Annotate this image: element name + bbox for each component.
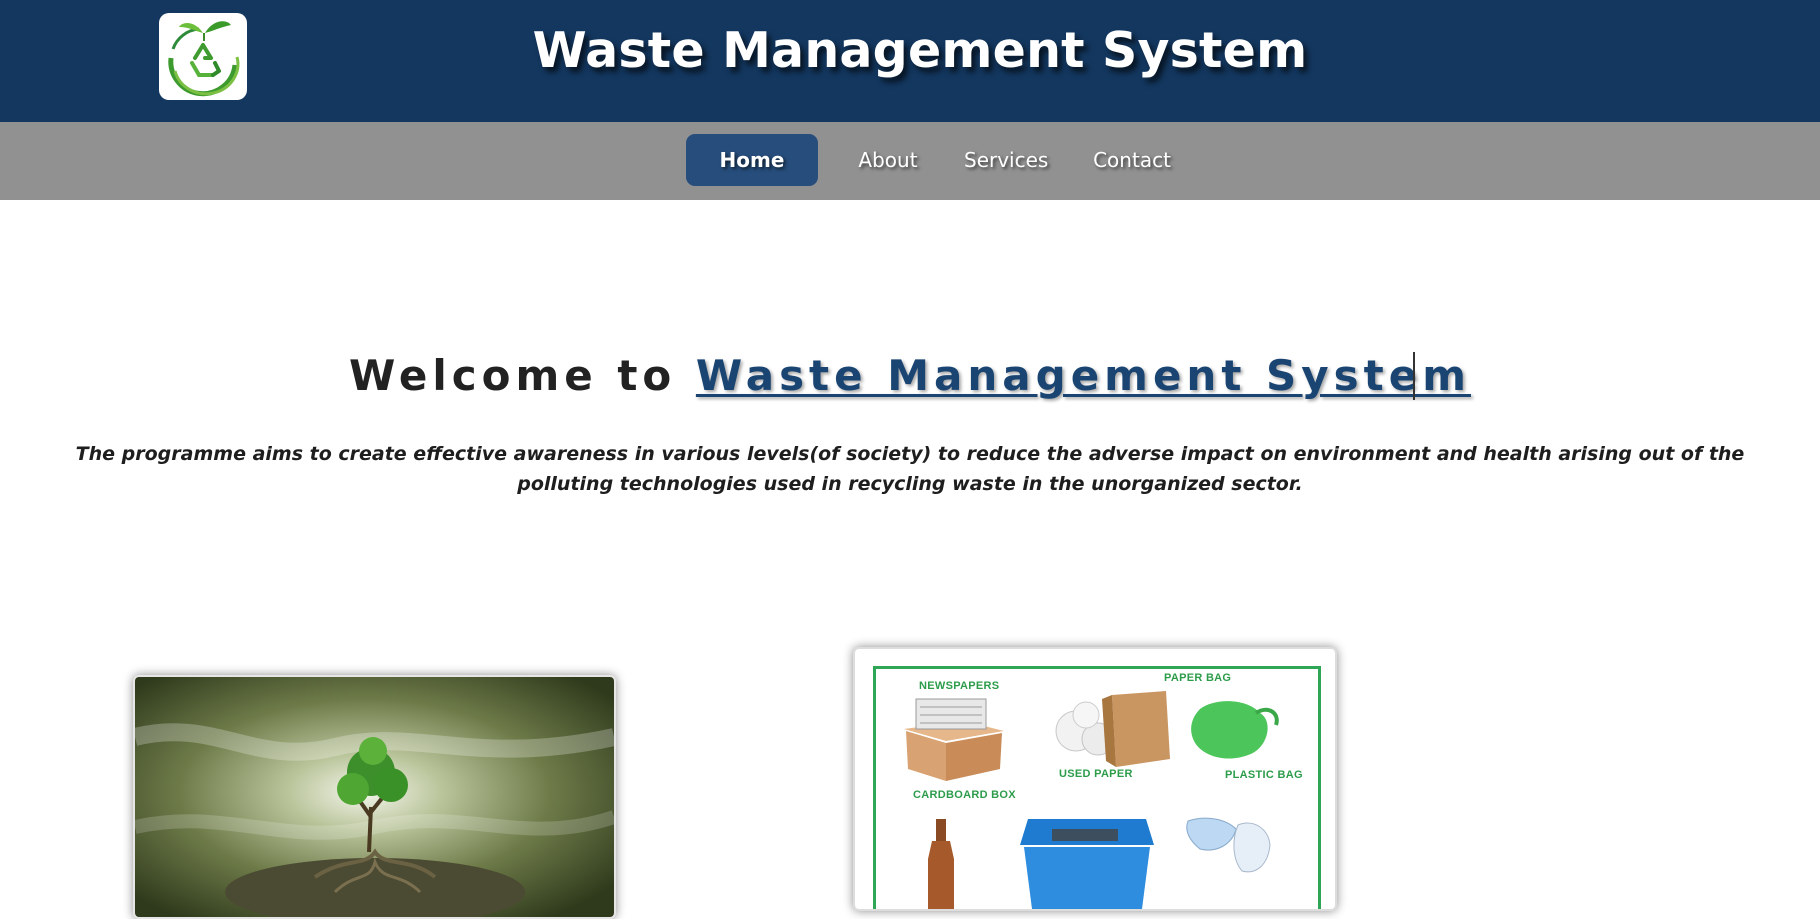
plastic-bag-icon	[1191, 701, 1279, 759]
waste-segregation-image: NEWSPAPERS PAPER BAG USED PAPER PLASTIC …	[853, 647, 1337, 911]
typing-cursor	[1413, 352, 1415, 400]
site-title: Waste Management System	[532, 22, 1308, 79]
waste-image-frame: NEWSPAPERS PAPER BAG USED PAPER PLASTIC …	[873, 666, 1321, 909]
welcome-prefix: Welcome to	[349, 351, 677, 400]
main-nav: Home About Services Contact	[0, 122, 1820, 200]
paper-bag-icon	[1102, 691, 1170, 767]
welcome-heading: Welcome to Waste Management System	[0, 351, 1820, 400]
welcome-highlight-link[interactable]: Waste Management System	[696, 351, 1471, 400]
environment-image	[133, 675, 616, 919]
nav-home[interactable]: Home	[686, 134, 818, 186]
nav-about[interactable]: About	[849, 134, 927, 186]
nav-contact[interactable]: Contact	[1091, 134, 1173, 186]
site-header: Waste Management System	[0, 0, 1820, 122]
cardboard-box-icon	[904, 698, 1004, 781]
nav-services[interactable]: Services	[964, 134, 1048, 186]
diaper-icon	[1186, 817, 1271, 873]
intro-text: The programme aims to create effective a…	[75, 443, 1745, 495]
